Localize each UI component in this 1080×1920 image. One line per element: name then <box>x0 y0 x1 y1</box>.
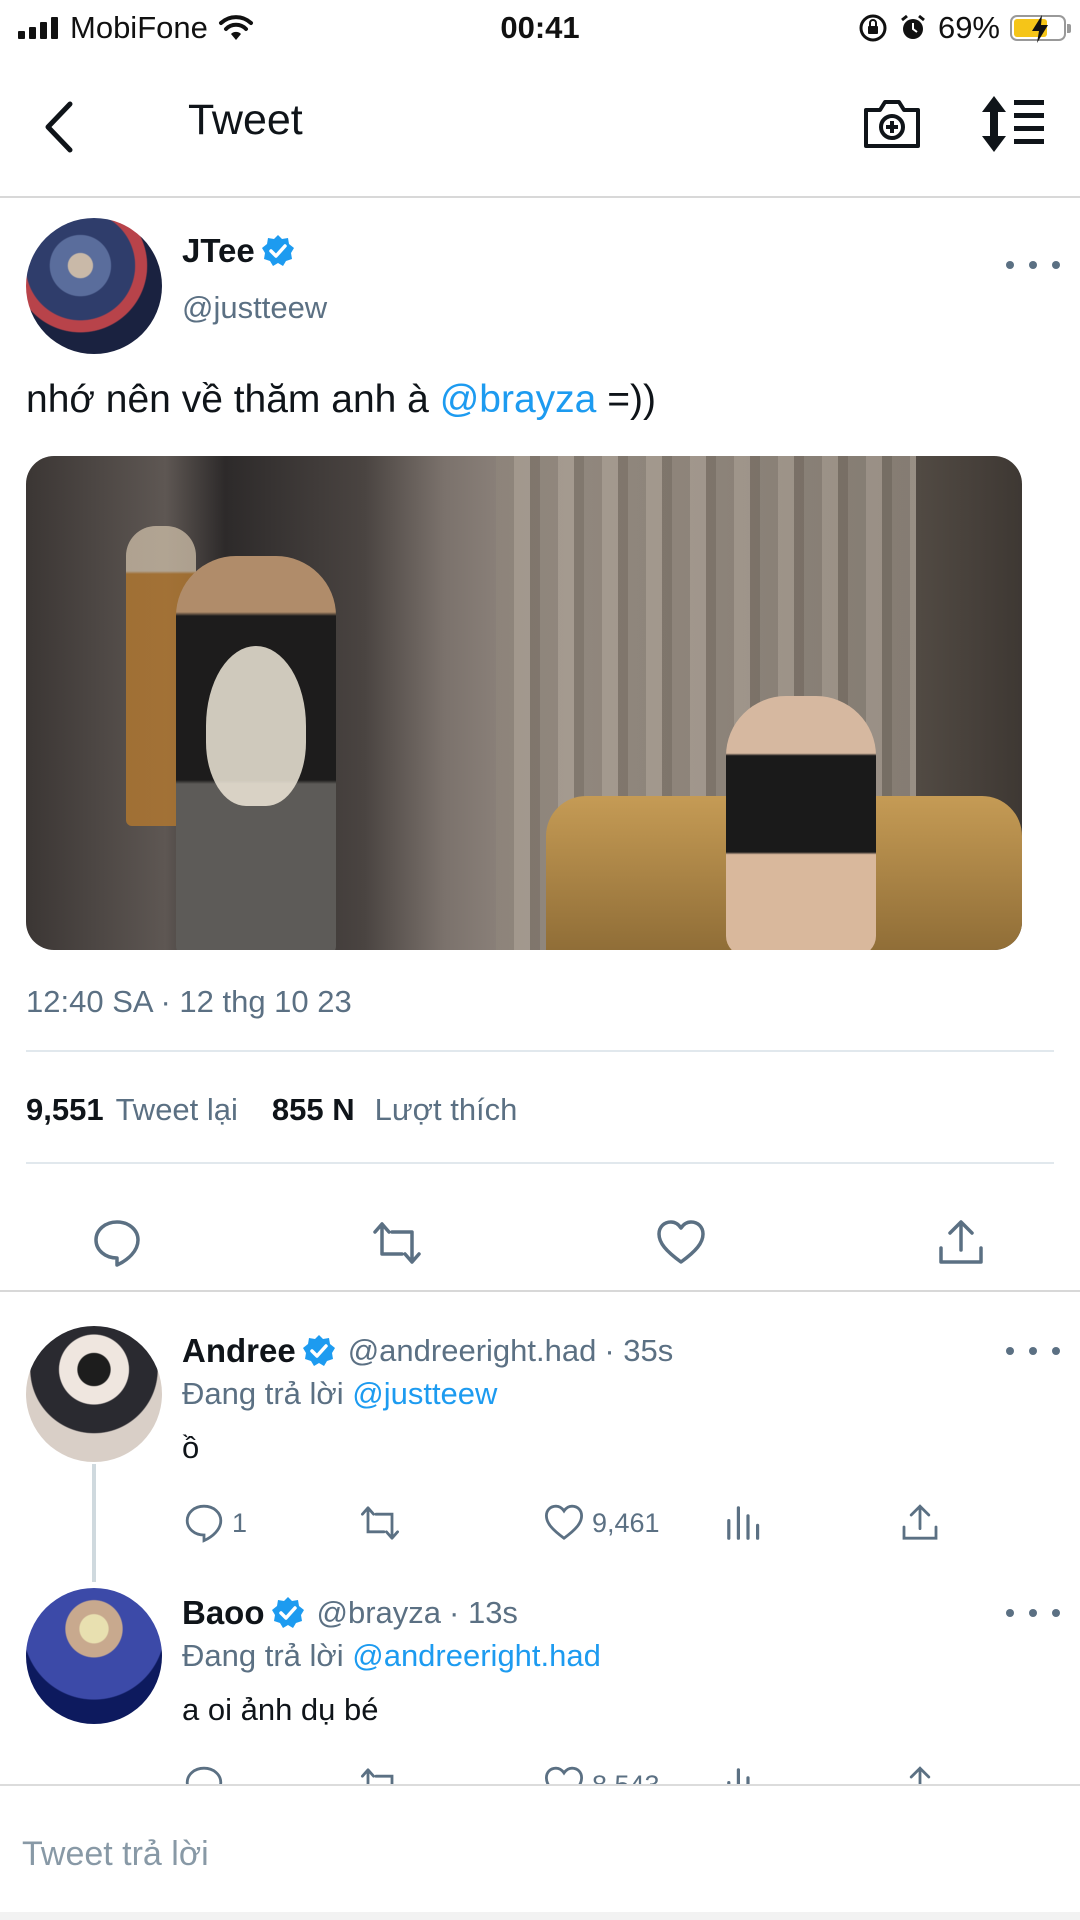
author-name[interactable]: JTee <box>182 232 255 270</box>
more-options-button[interactable] <box>1006 1598 1060 1628</box>
reply-time: · 13s <box>449 1595 518 1630</box>
alarm-icon <box>901 14 925 39</box>
battery-icon <box>1010 15 1071 43</box>
replying-to-link[interactable]: @andreeright.had <box>352 1638 601 1673</box>
reply-author-name[interactable]: Andree <box>182 1332 296 1370</box>
like-button[interactable]: 9,461 <box>544 1498 660 1548</box>
analytics-icon <box>727 1506 760 1540</box>
reply-text: a oi ảnh dụ bé <box>182 1692 379 1727</box>
reply-header: Andree @andreeright.had · 35s <box>182 1332 673 1370</box>
reply-button[interactable]: 1 <box>184 1498 247 1548</box>
likes-count[interactable]: 855 N <box>272 1092 355 1128</box>
tweet-action-bar <box>0 1192 1080 1292</box>
camera-plus-icon <box>864 100 920 148</box>
replying-to-link[interactable]: @justteew <box>352 1376 497 1411</box>
author-avatar[interactable] <box>26 218 162 354</box>
reply-count: 1 <box>232 1507 248 1538</box>
tweet-photo[interactable] <box>26 456 1022 950</box>
verified-badge-icon <box>261 235 294 266</box>
replying-to-prefix: Đang trả lời <box>182 1376 353 1411</box>
reply-composer <box>0 1784 1080 1920</box>
share-button[interactable] <box>900 1498 940 1548</box>
author-handle[interactable]: @justteew <box>182 290 327 326</box>
sort-icon <box>982 96 1044 152</box>
reply-icon[interactable] <box>92 1218 142 1268</box>
analytics-button[interactable] <box>724 1498 764 1548</box>
divider <box>26 1050 1054 1052</box>
more-options-button[interactable] <box>1006 1336 1060 1366</box>
thread-connector <box>92 1464 96 1582</box>
battery-percent: 69% <box>937 10 1000 45</box>
section-separator <box>0 1290 1080 1292</box>
reply-author-name[interactable]: Baoo <box>182 1594 265 1632</box>
charging-bolt-icon <box>1032 15 1048 43</box>
verified-badge-icon <box>302 1335 335 1366</box>
reply-time: · 35s <box>604 1333 674 1368</box>
reply-icon <box>185 1504 223 1543</box>
verified-badge-icon <box>271 1597 304 1628</box>
reply-input[interactable] <box>22 1826 1052 1882</box>
likes-label[interactable]: Lượt thích <box>375 1092 518 1128</box>
more-options-button[interactable] <box>1006 250 1060 280</box>
retweets-label[interactable]: Tweet lại <box>116 1092 238 1128</box>
sort-button[interactable] <box>980 92 1050 156</box>
tweet-text-body: nhớ nên về thăm anh à <box>26 378 440 421</box>
retweets-count[interactable]: 9,551 <box>26 1092 104 1128</box>
tweet-timestamp: 12:40 SA · 12 thg 10 23 <box>26 984 352 1019</box>
reply-action-bar: 1 9,461 <box>184 1498 1004 1548</box>
share-icon[interactable] <box>936 1218 986 1268</box>
retweet-button[interactable] <box>360 1498 400 1548</box>
like-count: 9,461 <box>592 1507 660 1538</box>
replying-to: Đang trả lời @justteew <box>182 1376 497 1412</box>
bottom-bar <box>0 1912 1080 1920</box>
like-icon[interactable] <box>656 1218 706 1268</box>
status-bar: MobiFone 00:41 69% <box>0 0 1080 56</box>
back-chevron-icon <box>45 101 73 153</box>
reply-author-handle[interactable]: @andreeright.had <box>348 1333 597 1369</box>
reply-author-handle[interactable]: @brayza <box>317 1595 442 1631</box>
like-icon <box>544 1504 584 1540</box>
reply-header: Baoo @brayza · 13s <box>182 1594 518 1632</box>
page-title: Tweet <box>188 96 303 144</box>
retweet-icon[interactable] <box>372 1218 422 1268</box>
status-right: 69% <box>858 8 1071 48</box>
reply-avatar[interactable] <box>26 1588 162 1724</box>
tweet-text-suffix: =)) <box>596 378 656 421</box>
replying-to-prefix: Đang trả lời <box>182 1638 353 1673</box>
tweet-mention-link[interactable]: @brayza <box>440 378 597 421</box>
divider <box>26 1162 1054 1164</box>
replying-to: Đang trả lời @andreeright.had <box>182 1638 601 1674</box>
back-button[interactable] <box>30 92 86 162</box>
reply-text: ồ <box>182 1430 200 1465</box>
tweet-text: nhớ nên về thăm anh à @brayza =)) <box>26 378 656 422</box>
author-name-row: JTee <box>182 232 295 270</box>
orientation-lock-icon <box>859 14 887 42</box>
reply-avatar[interactable] <box>26 1326 162 1462</box>
nav-bar: Tweet <box>0 56 1080 198</box>
tweet-stats: 9,551 Tweet lại 855 N Lượt thích <box>26 1092 517 1128</box>
share-icon <box>902 1504 938 1540</box>
retweet-icon <box>361 1506 399 1540</box>
camera-button[interactable] <box>860 92 924 156</box>
